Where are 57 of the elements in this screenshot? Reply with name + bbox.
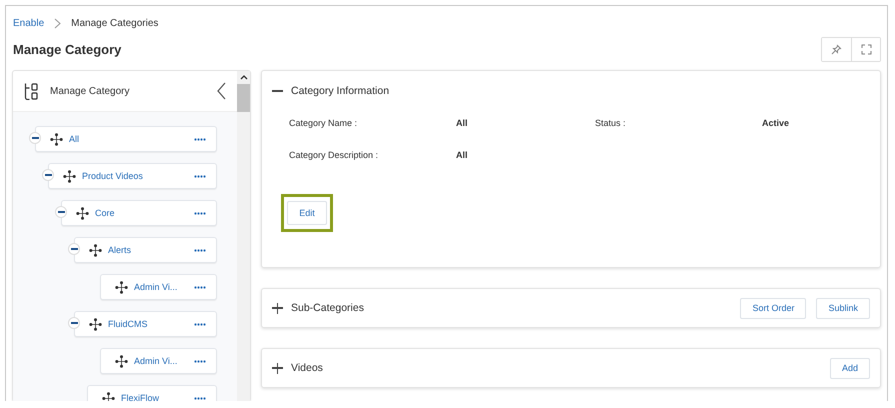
more-icon[interactable] xyxy=(194,286,206,288)
more-icon[interactable] xyxy=(194,322,206,326)
scrollbar[interactable] xyxy=(237,71,250,401)
expand-toggle[interactable] xyxy=(272,362,283,374)
tree-node[interactable]: Core xyxy=(61,200,217,226)
tree-node[interactable]: Product Videos xyxy=(48,163,217,189)
collapse-toggle[interactable] xyxy=(55,206,67,218)
move-icon xyxy=(115,280,128,294)
move-icon xyxy=(89,318,102,330)
collapse-toggle[interactable] xyxy=(29,132,41,144)
scroll-up-icon[interactable] xyxy=(240,74,248,80)
move-icon xyxy=(76,206,89,220)
page-title: Manage Category xyxy=(13,42,122,57)
action-button[interactable]: Add xyxy=(830,358,870,378)
collapse-toggle[interactable] xyxy=(68,243,80,255)
collapse-toggle[interactable] xyxy=(68,317,80,329)
move-icon xyxy=(63,170,76,182)
section-title: Category Information xyxy=(291,85,390,97)
field-label: Category Name : xyxy=(289,118,358,128)
more-icon[interactable] xyxy=(194,174,206,178)
more-icon[interactable] xyxy=(194,248,206,252)
breadcrumb-link[interactable]: Enable xyxy=(13,18,44,28)
tree-node[interactable]: All xyxy=(35,126,217,152)
tree-node[interactable]: FluidCMS xyxy=(74,311,217,337)
breadcrumb-current: Manage Categories xyxy=(71,18,158,28)
chevron-right-icon xyxy=(54,18,62,28)
tree-icon xyxy=(24,82,38,100)
move-icon xyxy=(50,132,63,146)
collapse-toggle[interactable] xyxy=(42,169,54,181)
section-title: Videos xyxy=(291,362,323,374)
edit-button[interactable]: Edit xyxy=(287,201,327,225)
field-value: All xyxy=(456,150,469,160)
more-icon[interactable] xyxy=(194,360,206,362)
scroll-thumb[interactable] xyxy=(237,84,250,112)
tree-node[interactable]: FlexiFlow xyxy=(87,385,217,401)
pin-icon xyxy=(831,44,842,55)
section-title: Sub-Categories xyxy=(291,302,364,314)
move-icon xyxy=(115,354,128,368)
more-icon[interactable] xyxy=(194,212,206,214)
action-button[interactable]: Sublink xyxy=(816,298,870,318)
more-icon[interactable] xyxy=(194,138,206,140)
move-icon xyxy=(102,392,115,401)
tree-node[interactable]: Admin Vi... xyxy=(100,274,217,300)
field-value: All xyxy=(456,118,469,128)
fullscreen-icon xyxy=(860,44,872,55)
expand-toggle[interactable] xyxy=(272,302,283,314)
field-value: Active xyxy=(762,118,790,128)
field-label: Status : xyxy=(595,118,627,128)
tree-node[interactable]: Admin Vi... xyxy=(100,348,217,374)
more-icon[interactable] xyxy=(194,396,206,400)
field-label: Category Description : xyxy=(289,150,380,160)
tree-node[interactable]: Alerts xyxy=(74,237,217,263)
collapse-icon[interactable] xyxy=(217,82,226,100)
action-button[interactable]: Sort Order xyxy=(740,298,806,318)
fullscreen-button[interactable] xyxy=(851,38,880,61)
sidebar-title: Manage Category xyxy=(50,86,130,96)
move-icon xyxy=(89,244,102,256)
